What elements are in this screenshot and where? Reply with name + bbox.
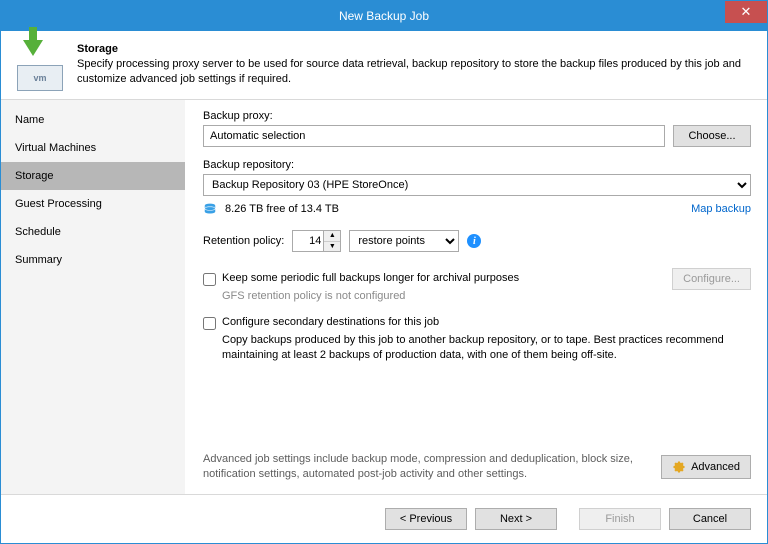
vm-badge: vm bbox=[17, 65, 63, 91]
next-button[interactable]: Next > bbox=[475, 508, 557, 530]
choose-proxy-button[interactable]: Choose... bbox=[673, 125, 751, 147]
advanced-button[interactable]: Advanced bbox=[661, 455, 751, 479]
previous-button[interactable]: < Previous bbox=[385, 508, 467, 530]
backup-proxy-label: Backup proxy: bbox=[203, 110, 751, 122]
gfs-note: GFS retention policy is not configured bbox=[222, 290, 672, 302]
storage-wizard-icon: vm bbox=[17, 43, 65, 91]
sidebar-item-virtual-machines[interactable]: Virtual Machines bbox=[1, 134, 185, 162]
sidebar-item-schedule[interactable]: Schedule bbox=[1, 218, 185, 246]
secondary-destinations-desc: Copy backups produced by this job to ano… bbox=[222, 333, 751, 363]
close-button[interactable]: ✕ bbox=[725, 1, 767, 23]
dialog-window: New Backup Job ✕ vm Storage Specify proc… bbox=[0, 0, 768, 544]
sidebar-item-storage[interactable]: Storage bbox=[1, 162, 185, 190]
sidebar-item-summary[interactable]: Summary bbox=[1, 246, 185, 274]
wizard-header: vm Storage Specify processing proxy serv… bbox=[1, 31, 767, 100]
backup-proxy-field[interactable] bbox=[203, 125, 665, 147]
retention-spinner[interactable]: ▲ ▼ bbox=[292, 230, 341, 252]
retention-value-input[interactable] bbox=[293, 231, 323, 251]
window-title: New Backup Job bbox=[339, 9, 429, 23]
backup-repository-select[interactable]: Backup Repository 03 (HPE StoreOnce) bbox=[203, 174, 751, 196]
configure-gfs-button: Configure... bbox=[672, 268, 751, 290]
keep-periodic-full-checkbox[interactable] bbox=[203, 273, 216, 286]
info-icon[interactable]: i bbox=[467, 234, 481, 248]
titlebar: New Backup Job ✕ bbox=[1, 1, 767, 31]
wizard-footer: < Previous Next > Finish Cancel bbox=[1, 494, 767, 543]
sidebar-item-guest-processing[interactable]: Guest Processing bbox=[1, 190, 185, 218]
secondary-destinations-checkbox[interactable] bbox=[203, 317, 216, 330]
sidebar-item-name[interactable]: Name bbox=[1, 106, 185, 134]
page-title: Storage bbox=[77, 43, 751, 55]
retention-unit-select[interactable]: restore points bbox=[349, 230, 459, 252]
finish-button: Finish bbox=[579, 508, 661, 530]
backup-repository-label: Backup repository: bbox=[203, 159, 751, 171]
secondary-destinations-row[interactable]: Configure secondary destinations for thi… bbox=[203, 316, 751, 330]
close-icon: ✕ bbox=[741, 4, 752, 20]
keep-periodic-full-row[interactable]: Keep some periodic full backups longer f… bbox=[203, 272, 672, 286]
advanced-settings-desc: Advanced job settings include backup mod… bbox=[203, 452, 647, 482]
free-space-text: 8.26 TB free of 13.4 TB bbox=[225, 203, 339, 215]
cancel-button[interactable]: Cancel bbox=[669, 508, 751, 530]
page-description: Specify processing proxy server to be us… bbox=[77, 57, 751, 87]
retention-policy-label: Retention policy: bbox=[203, 235, 284, 247]
wizard-steps-sidebar: Name Virtual Machines Storage Guest Proc… bbox=[1, 100, 185, 494]
main-panel: Backup proxy: Choose... Backup repositor… bbox=[185, 100, 767, 494]
disk-stack-icon bbox=[203, 202, 217, 216]
spinner-up-icon[interactable]: ▲ bbox=[324, 231, 340, 242]
spinner-down-icon[interactable]: ▼ bbox=[324, 242, 340, 252]
gear-icon bbox=[672, 460, 686, 474]
map-backup-link[interactable]: Map backup bbox=[691, 203, 751, 215]
